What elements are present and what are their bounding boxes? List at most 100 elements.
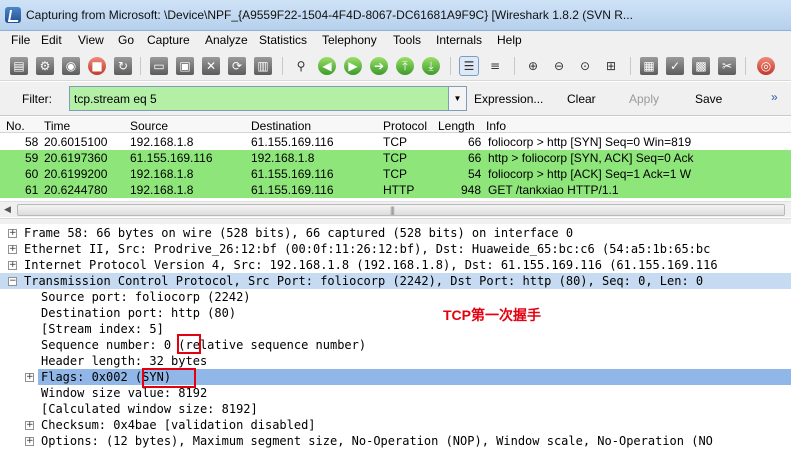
pane-splitter[interactable] [0,218,791,224]
interfaces-icon[interactable]: ▤ [10,57,28,75]
go-to-packet-icon[interactable]: ➔ [370,57,388,75]
zoom-in-icon[interactable]: ⊕ [524,57,542,75]
detail-row-tcp[interactable]: − Transmission Control Protocol, Src Por… [0,273,791,289]
resize-columns-icon[interactable]: ⊞ [602,57,620,75]
detail-row-window-size[interactable]: Window size value: 8192 [0,385,791,401]
detail-row-destination-port[interactable]: Destination port: http (80) [0,305,791,321]
packet-row[interactable]: 60 20.6199200 192.168.1.8 61.155.169.116… [0,166,791,182]
expand-icon[interactable]: + [8,245,17,254]
detail-row-stream-index[interactable]: [Stream index: 5] [0,321,791,337]
menu-analyze[interactable]: Analyze [205,33,248,47]
save-filter-button[interactable]: Save [695,92,722,106]
column-header-info[interactable]: Info [486,119,506,133]
menu-statistics[interactable]: Statistics [259,33,307,47]
zoom-out-icon[interactable]: ⊖ [550,57,568,75]
menu-internals[interactable]: Internals [436,33,482,47]
cell-length: 54 [468,167,482,181]
detail-text: Checksum: 0x4bae [validation disabled] [41,418,316,432]
save-file-icon[interactable]: ▣ [176,57,194,75]
expand-icon[interactable]: + [8,229,17,238]
clear-button[interactable]: Clear [567,92,596,106]
detail-row-header-length[interactable]: Header length: 32 bytes [0,353,791,369]
more-toolbar-chevron-icon[interactable]: » [771,90,778,104]
close-file-icon[interactable]: ✕ [202,57,220,75]
menu-tools[interactable]: Tools [393,33,421,47]
go-back-icon[interactable]: ◀ [318,57,336,75]
menu-view[interactable]: View [78,33,104,47]
menu-telephony[interactable]: Telephony [322,33,377,47]
scroll-left-arrow-icon[interactable]: ◀ [4,204,11,215]
column-header-protocol[interactable]: Protocol [383,119,427,133]
start-capture-icon[interactable]: ◉ [62,57,80,75]
collapse-icon[interactable]: − [8,277,17,286]
expand-icon[interactable]: + [8,261,17,270]
stop-capture-icon[interactable]: ■ [88,57,106,75]
toolbar-separator [630,57,631,75]
packet-row[interactable]: 59 20.6197360 61.155.169.116 192.168.1.8… [0,150,791,166]
apply-button[interactable]: Apply [629,92,659,106]
menu-file[interactable]: File [11,33,30,47]
reload-icon[interactable]: ⟳ [228,57,246,75]
detail-row-flags[interactable]: + Flags: 0x002 (SYN) [0,369,791,385]
cell-time: 20.6244780 [44,183,108,197]
column-header-no[interactable]: No. [6,119,25,133]
detail-text: Header length: 32 bytes [41,354,208,368]
open-file-icon[interactable]: ▭ [150,57,168,75]
colorize-list-icon[interactable]: ☰ [459,56,479,76]
capture-filters-icon[interactable]: ▦ [640,57,658,75]
auto-scroll-icon[interactable]: ≡ [486,57,504,75]
column-header-source[interactable]: Source [130,119,168,133]
expand-icon[interactable]: + [25,373,34,382]
column-header-length[interactable]: Length [438,119,475,133]
preferences-icon[interactable]: ✂ [718,57,736,75]
cell-time: 20.6015100 [44,135,108,149]
display-filter-input[interactable]: tcp.stream eq 5 [69,86,449,111]
display-filters-icon[interactable]: ✓ [666,57,684,75]
cell-no: 59 [25,151,39,165]
cell-protocol: HTTP [383,183,415,197]
go-forward-icon[interactable]: ▶ [344,57,362,75]
detail-text: Transmission Control Protocol, Src Port:… [24,274,704,288]
cell-info: GET /tankxiao HTTP/1.1 [488,183,619,197]
menu-capture[interactable]: Capture [147,33,190,47]
help-lifebuoy-icon[interactable]: ◎ [757,57,775,75]
cell-time: 20.6199200 [44,167,108,181]
detail-row-frame[interactable]: + Frame 58: 66 bytes on wire (528 bits),… [0,225,791,241]
detail-text: Sequence number: 0 (relative sequence nu… [41,338,367,352]
expand-icon[interactable]: + [25,437,34,446]
find-packet-icon[interactable]: ⚲ [292,57,310,75]
cell-protocol: TCP [383,135,407,149]
syn-flag-highlight-box [142,368,196,388]
detail-row-options[interactable]: + Options: (12 bytes), Maximum segment s… [0,433,791,449]
capture-options-icon[interactable]: ⚙ [36,57,54,75]
normal-size-icon[interactable]: ⊙ [576,57,594,75]
menu-help[interactable]: Help [497,33,522,47]
expand-icon[interactable]: + [25,421,34,430]
cell-time: 20.6197360 [44,151,108,165]
detail-row-checksum[interactable]: + Checksum: 0x4bae [validation disabled] [0,417,791,433]
packet-list-horizontal-scrollbar[interactable]: ◀ ||| [0,201,791,217]
scrollbar-thumb[interactable] [17,204,785,216]
restart-capture-icon[interactable]: ↻ [114,57,132,75]
last-packet-icon[interactable]: ⤓ [422,57,440,75]
filter-dropdown-arrow[interactable]: ▼ [449,86,467,111]
menu-go[interactable]: Go [118,33,134,47]
window-title: Capturing from Microsoft: \Device\NPF_{A… [26,8,633,22]
detail-row-ethernet[interactable]: + Ethernet II, Src: Prodrive_26:12:bf (0… [0,241,791,257]
detail-row-sequence-number[interactable]: Sequence number: 0 (relative sequence nu… [0,337,791,353]
expression-button[interactable]: Expression... [474,92,543,106]
detail-row-calculated-window[interactable]: [Calculated window size: 8192] [0,401,791,417]
menu-edit[interactable]: Edit [41,33,62,47]
cell-info: foliocorp > http [ACK] Seq=1 Ack=1 W [488,167,692,181]
column-header-time[interactable]: Time [44,119,70,133]
detail-row-ipv4[interactable]: + Internet Protocol Version 4, Src: 192.… [0,257,791,273]
detail-text: Frame 58: 66 bytes on wire (528 bits), 6… [24,226,574,240]
first-packet-icon[interactable]: ⤒ [396,57,414,75]
cell-source: 192.168.1.8 [130,167,194,181]
coloring-rules-icon[interactable]: ▩ [692,57,710,75]
packet-row[interactable]: 58 20.6015100 192.168.1.8 61.155.169.116… [0,134,791,150]
column-header-destination[interactable]: Destination [251,119,311,133]
detail-row-source-port[interactable]: Source port: foliocorp (2242) [0,289,791,305]
packet-row[interactable]: 61 20.6244780 192.168.1.8 61.155.169.116… [0,182,791,198]
print-icon[interactable]: ▥ [254,57,272,75]
